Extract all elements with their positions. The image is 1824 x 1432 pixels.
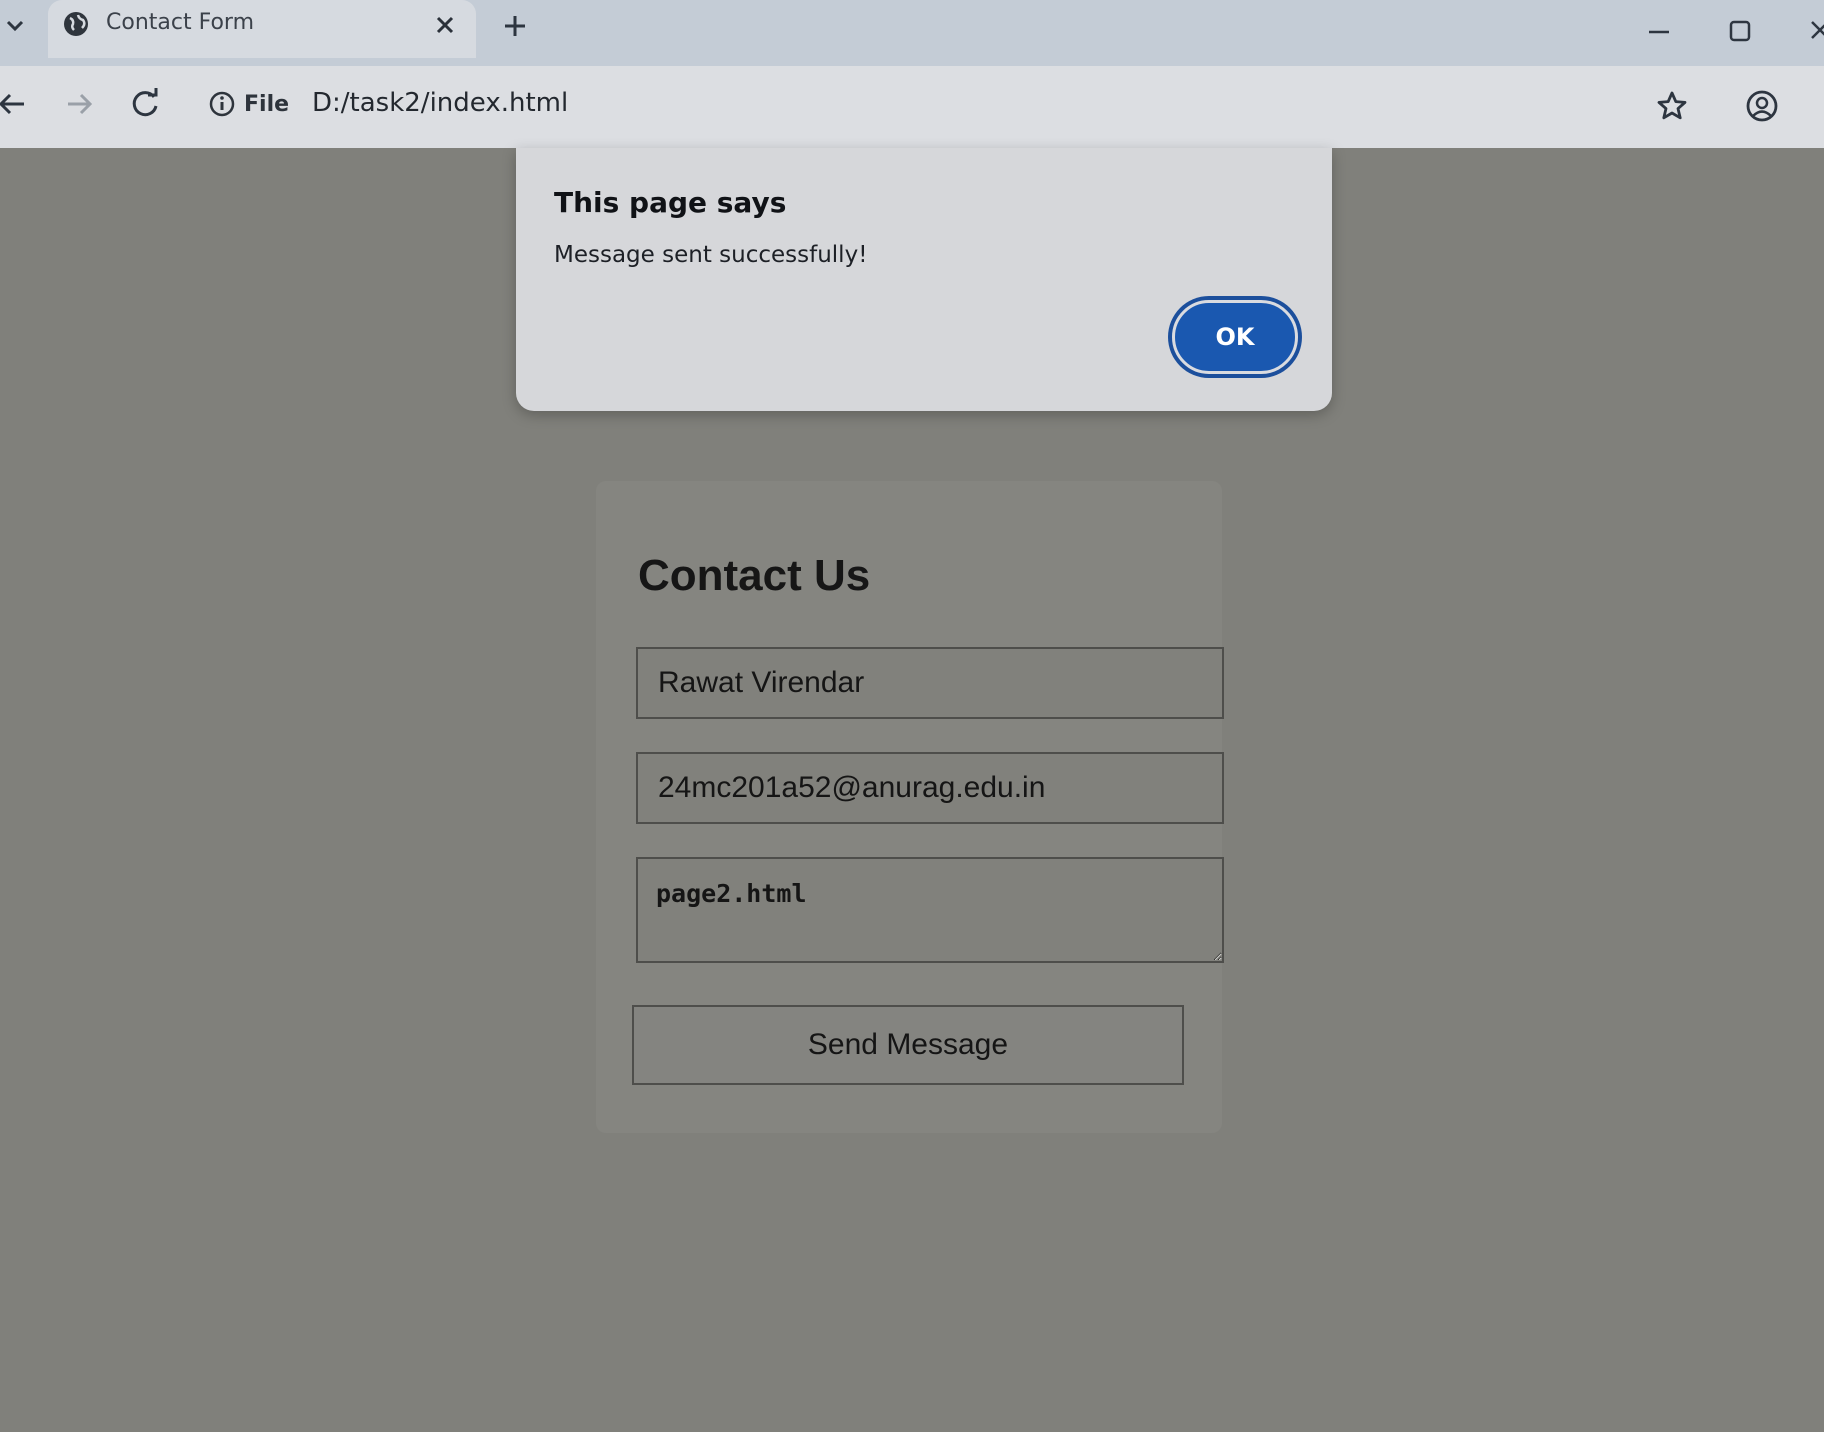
dialog-title: This page says — [554, 186, 787, 219]
message-textarea[interactable]: page2.html — [636, 857, 1224, 963]
contact-form: Contact Us page2.html Send Message — [596, 481, 1224, 1133]
maximize-button[interactable] — [1720, 10, 1760, 50]
new-tab-button[interactable] — [497, 6, 533, 46]
site-info-label: File — [244, 91, 290, 117]
profile-button[interactable] — [1742, 86, 1782, 126]
back-arrow-icon — [0, 93, 24, 115]
form-title: Contact Us — [638, 551, 871, 600]
dialog-message: Message sent successfully! — [554, 242, 868, 268]
forward-arrow-icon — [68, 93, 93, 115]
name-input[interactable] — [636, 647, 1224, 719]
reload-icon — [132, 88, 158, 117]
site-info-button[interactable]: File — [208, 86, 289, 122]
tab-list-button[interactable] — [0, 6, 30, 46]
ok-button[interactable]: OK — [1172, 300, 1298, 374]
minimize-button[interactable] — [1639, 10, 1679, 50]
profile-icon — [1746, 90, 1778, 122]
window-close-button[interactable] — [1800, 10, 1824, 50]
tab-close-button[interactable] — [436, 8, 454, 40]
email-input[interactable] — [636, 752, 1224, 824]
close-icon — [436, 16, 454, 34]
browser-toolbar: File D:/task2/index.html — [0, 66, 1824, 148]
bookmark-button[interactable] — [1652, 86, 1692, 126]
globe-icon — [64, 12, 88, 36]
send-message-button[interactable]: Send Message — [632, 1005, 1184, 1085]
tab-strip: Contact Form — [0, 0, 1824, 66]
tab-title: Contact Form — [106, 10, 255, 35]
alert-dialog: This page says Message sent successfully… — [516, 148, 1332, 411]
close-icon — [1811, 21, 1824, 39]
chevron-down-icon — [6, 20, 24, 32]
forward-button[interactable] — [58, 84, 98, 124]
minimize-icon — [1649, 30, 1669, 34]
tab-contact-form[interactable]: Contact Form — [48, 0, 476, 58]
reload-button[interactable] — [126, 84, 166, 124]
maximize-icon — [1729, 20, 1751, 42]
address-bar[interactable]: D:/task2/index.html — [312, 88, 568, 118]
info-icon — [209, 91, 235, 117]
star-icon — [1657, 91, 1687, 120]
back-button[interactable] — [0, 84, 34, 124]
plus-icon — [505, 16, 525, 36]
